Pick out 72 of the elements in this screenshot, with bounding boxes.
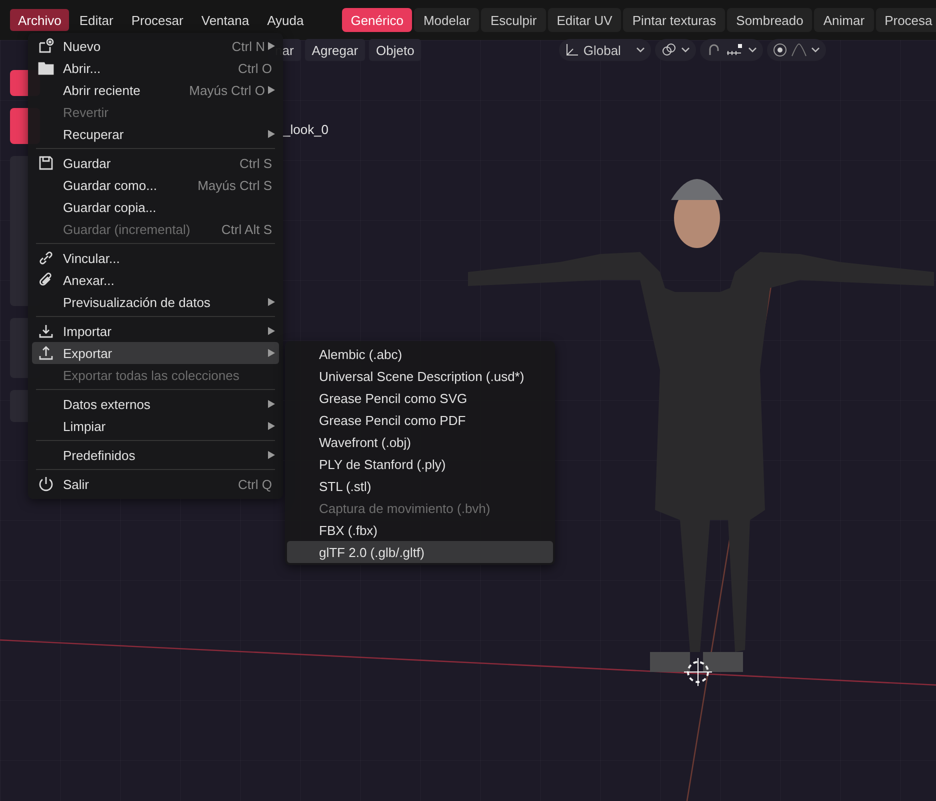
menu-entry[interactable]: Salir Ctrl Q [32,473,279,495]
menu-entry[interactable]: Guardar copia... [32,196,279,218]
import-icon [38,323,54,339]
menu-item[interactable]: Ayuda [259,9,312,31]
chevron-down-icon [636,47,646,53]
power-icon [38,476,54,492]
header-menu[interactable]: Objeto [369,39,422,61]
submenu-arrow-icon [268,42,275,50]
menu-entry[interactable]: Abrir... Ctrl O [32,57,279,79]
submenu-arrow-icon [268,422,275,430]
link-icon [38,250,54,266]
workspace-tab[interactable]: Pintar texturas [623,8,726,32]
menu-entry[interactable]: FBX (.fbx) [287,519,553,541]
menu-entry[interactable]: Datos externos [32,393,279,415]
menu-entry[interactable]: glTF 2.0 (.glb/.gltf) [287,541,553,563]
submenu-arrow-icon [268,400,275,408]
viewport-info-text: _look_0 [283,122,329,137]
target-icon [773,43,788,57]
workspace-tab[interactable]: Sombreado [727,8,812,32]
menu-item[interactable]: Ventana [193,9,258,31]
workspace-tab[interactable]: Animar [814,8,874,32]
submenu-arrow-icon [268,298,275,306]
menu-entry[interactable]: Alembic (.abc) [287,343,553,365]
header-menu[interactable]: Agregar [304,39,366,61]
menu-entry[interactable]: Predefinidos [32,444,279,466]
paperclip-icon [38,272,54,288]
menu-entry[interactable]: Nuevo Ctrl N [32,35,279,57]
workspace-tab[interactable]: Esculpir [481,8,546,32]
menu-entry[interactable]: Universal Scene Description (.usd*) [287,365,553,387]
workspace-tab[interactable]: Modelar [414,8,480,32]
menu-entry[interactable]: Guardar Ctrl S [32,152,279,174]
axes-icon [565,43,580,57]
menu-entry[interactable]: STL (.stl) [287,475,553,497]
menu-item[interactable]: Procesar [123,9,192,31]
workspace-tab[interactable]: Procesa [876,8,936,32]
menu-entry[interactable]: Abrir reciente Mayús Ctrl O [32,79,279,101]
falloff-curve-icon [791,43,808,57]
export-icon [38,345,54,361]
chevron-down-icon [681,47,690,53]
menu-item[interactable]: Archivo [10,9,70,31]
submenu-arrow-icon [268,349,275,357]
save-icon [38,155,54,171]
new-file-icon [38,38,54,54]
folder-icon [38,60,54,76]
workspace-tab[interactable]: Editar UV [548,8,622,32]
menu-entry[interactable]: Anexar... [32,269,279,291]
pivot-dropdown[interactable] [655,39,696,61]
link-icon [661,43,678,57]
submenu-arrow-icon [268,327,275,335]
workspace-tab[interactable]: Genérico [342,8,412,32]
menu-entry[interactable]: Importar [32,320,279,342]
menu-entry[interactable]: Grease Pencil como PDF [287,409,553,431]
proportional-edit-dropdown[interactable] [767,39,826,61]
menu-entry[interactable]: Wavefront (.obj) [287,431,553,453]
snap-dropdown[interactable] [700,39,764,61]
menu-item[interactable]: Editar [71,9,122,31]
menu-entry[interactable]: Grease Pencil como SVG [287,387,553,409]
chevron-down-icon [748,47,758,53]
menu-entry[interactable]: Vincular... [32,247,279,269]
submenu-arrow-icon [268,130,275,138]
submenu-arrow-icon [268,451,275,459]
snap-increment-icon [726,43,744,57]
menu-entry[interactable]: Exportar [32,342,279,364]
orientation-dropdown[interactable]: Global [559,39,652,61]
menu-entry[interactable]: PLY de Stanford (.ply) [287,453,553,475]
3d-cursor-icon [684,658,712,686]
chevron-down-icon [811,47,820,53]
menu-entry[interactable]: Recuperar [32,123,279,145]
menu-entry[interactable]: Limpiar [32,415,279,437]
menu-entry[interactable]: Previsualización de datos [32,291,279,313]
menu-entry[interactable]: Guardar como... Mayús Ctrl S [32,174,279,196]
submenu-arrow-icon [268,86,275,94]
